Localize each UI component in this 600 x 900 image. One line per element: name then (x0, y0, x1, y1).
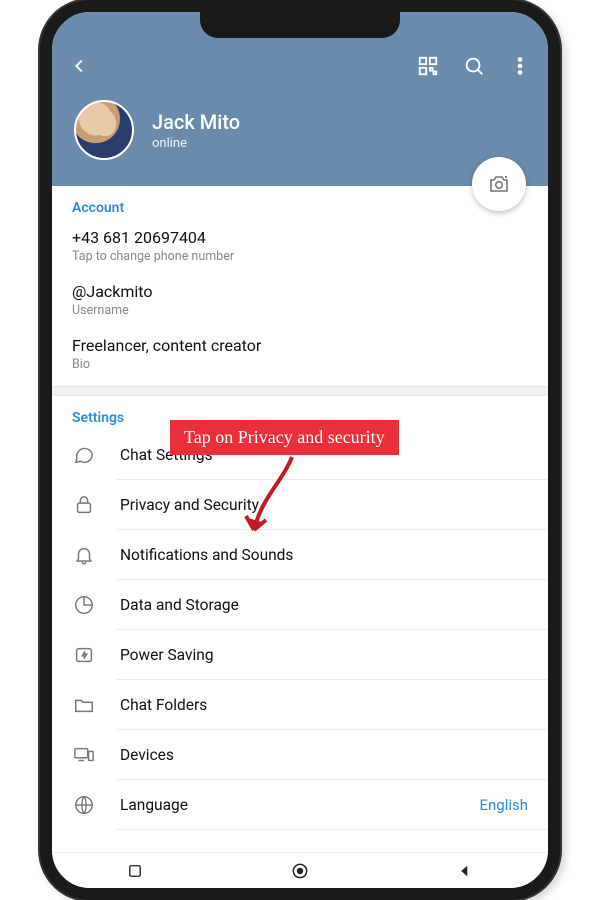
account-bio-hint: Bio (72, 357, 528, 372)
settings-item-globe[interactable]: Language English (52, 780, 548, 830)
account-username-hint: Username (72, 303, 528, 318)
lock-icon (72, 493, 96, 517)
chat-icon (72, 443, 96, 467)
annotation-arrow-icon (242, 452, 302, 542)
profile-header: Jack Mito online (52, 12, 548, 186)
settings-item-folder[interactable]: Chat Folders (52, 680, 548, 730)
account-phone-value: +43 681 20697404 (72, 228, 528, 247)
pie-icon (72, 593, 96, 617)
settings-item-label: Power Saving (120, 646, 528, 664)
account-username-value: @Jackmito (72, 282, 528, 301)
settings-item-label: Notifications and Sounds (120, 546, 528, 564)
bolt-icon (72, 643, 96, 667)
settings-item-value: English (479, 796, 528, 814)
settings-item-label: Language (120, 796, 455, 814)
back-button[interactable] (68, 54, 92, 78)
settings-item-devices[interactable]: Devices (52, 730, 548, 780)
settings-item-bolt[interactable]: Power Saving (52, 630, 548, 680)
nav-back[interactable] (453, 859, 477, 883)
qr-icon[interactable] (416, 54, 440, 78)
section-divider (52, 386, 548, 396)
account-bio[interactable]: Freelancer, content creator Bio (52, 328, 548, 382)
account-phone[interactable]: +43 681 20697404 Tap to change phone num… (52, 220, 548, 274)
screen: Jack Mito online Account +43 681 2069740… (52, 12, 548, 888)
bell-icon (72, 543, 96, 567)
more-icon[interactable] (508, 54, 532, 78)
phone-notch (200, 10, 400, 38)
profile-status: online (152, 136, 240, 151)
android-nav-bar (52, 852, 548, 888)
phone-frame: Jack Mito online Account +43 681 2069740… (40, 0, 560, 900)
account-phone-hint: Tap to change phone number (72, 249, 528, 264)
annotation-banner: Tap on Privacy and security (170, 420, 399, 455)
profile-name: Jack Mito (152, 110, 240, 134)
camera-fab[interactable] (472, 157, 526, 211)
nav-home[interactable] (288, 859, 312, 883)
settings-item-label: Data and Storage (120, 596, 528, 614)
settings-item-label: Devices (120, 746, 528, 764)
settings-item-label: Privacy and Security (120, 496, 528, 514)
account-bio-value: Freelancer, content creator (72, 336, 528, 355)
devices-icon (72, 743, 96, 767)
nav-recents[interactable] (123, 859, 147, 883)
settings-item-pie[interactable]: Data and Storage (52, 580, 548, 630)
avatar[interactable] (74, 100, 134, 160)
folder-icon (72, 693, 96, 717)
globe-icon (72, 793, 96, 817)
top-bar (68, 50, 532, 82)
settings-item-label: Chat Folders (120, 696, 528, 714)
account-username[interactable]: @Jackmito Username (52, 274, 548, 328)
search-icon[interactable] (462, 54, 486, 78)
